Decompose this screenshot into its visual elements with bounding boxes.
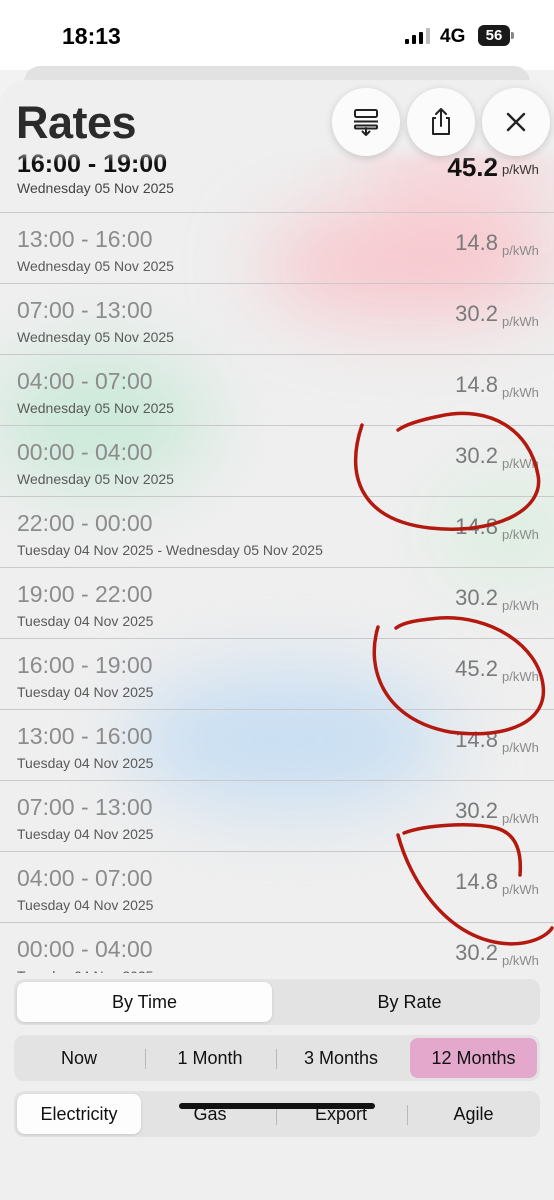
rate-date: Tuesday 04 Nov 2025 <box>17 613 154 629</box>
rate-unit: p/kWh <box>502 882 539 897</box>
time-range: 19:00 - 22:00 <box>17 581 153 607</box>
rate-row[interactable]: 07:00 - 13:00 Tuesday 04 Nov 2025 30.2 p/kW… <box>0 781 554 852</box>
rate-unit: p/kWh <box>502 456 539 471</box>
fuel-agile-button[interactable]: Agile <box>410 1094 537 1134</box>
rate-row[interactable]: 22:00 - 00:00 Tuesday 04 Nov 2025 - Wedne… <box>0 497 554 568</box>
rate-value: 30.2 <box>455 301 498 326</box>
period-segmented-control: Now 1 Month 3 Months 12 Months <box>14 1035 540 1081</box>
close-icon <box>506 112 526 132</box>
rate-date: Wednesday 05 Nov 2025 <box>17 258 174 274</box>
rate-row[interactable]: 00:00 - 04:00 Wednesday 05 Nov 2025 30.2 p/… <box>0 426 554 497</box>
time-range: 13:00 - 16:00 <box>17 723 153 749</box>
rate-date: Tuesday 04 Nov 2025 - Wednesday 05 Nov 2… <box>17 542 323 558</box>
collapse-rows-icon <box>354 109 378 136</box>
rate-value: 14.8 <box>455 230 498 255</box>
battery-icon: 56 <box>478 25 514 46</box>
segment-divider <box>276 1049 277 1069</box>
rate-date: Wednesday 05 Nov 2025 <box>17 329 174 345</box>
period-1-month-button[interactable]: 1 Month <box>148 1038 272 1078</box>
rate-value: 30.2 <box>455 940 498 965</box>
time-range: 07:00 - 13:00 <box>17 794 153 820</box>
close-button[interactable] <box>482 88 550 156</box>
period-now-button[interactable]: Now <box>17 1038 141 1078</box>
time-range: 07:00 - 13:00 <box>17 297 153 323</box>
home-indicator[interactable] <box>179 1103 375 1109</box>
rate-unit: p/kWh <box>502 811 539 826</box>
rate-date: Tuesday 04 Nov 2025 <box>17 755 154 771</box>
rate-row[interactable]: 04:00 - 07:00 Wednesday 05 Nov 2025 14.8 p/… <box>0 355 554 426</box>
time-range: 00:00 - 04:00 <box>17 439 153 465</box>
fuel-gas-button[interactable]: Gas <box>148 1094 272 1134</box>
cellular-signal-icon <box>405 28 430 44</box>
rate-unit: p/kWh <box>502 162 539 177</box>
rate-row[interactable]: 16:00 - 19:00 Tuesday 04 Nov 2025 45.2 p/kW… <box>0 639 554 710</box>
rate-row[interactable]: 07:00 - 13:00 Wednesday 05 Nov 2025 30.2 p/… <box>0 284 554 355</box>
rate-value: 45.2 <box>455 656 498 681</box>
segment-divider <box>407 1105 408 1125</box>
rate-value: 30.2 <box>455 585 498 610</box>
time-range: 00:00 - 04:00 <box>17 936 153 962</box>
rate-unit: p/kWh <box>502 243 539 258</box>
rate-value: 14.8 <box>455 514 498 539</box>
battery-level: 56 <box>478 25 510 46</box>
battery-tip <box>511 32 514 39</box>
rate-row[interactable]: 19:00 - 22:00 Tuesday 04 Nov 2025 30.2 p/kW… <box>0 568 554 639</box>
status-bar: 18:13 4G 56 <box>0 0 554 70</box>
sort-by-time-button[interactable]: By Time <box>17 982 272 1022</box>
fuel-export-button[interactable]: Export <box>279 1094 403 1134</box>
rate-row[interactable]: 04:00 - 07:00 Tuesday 04 Nov 2025 14.8 p/kW… <box>0 852 554 923</box>
period-12-months-button[interactable]: 12 Months <box>410 1038 537 1078</box>
rate-value: 30.2 <box>455 798 498 823</box>
rate-date: Tuesday 04 Nov 2025 <box>17 897 154 913</box>
rate-date: Wednesday 05 Nov 2025 <box>17 180 174 196</box>
rate-unit: p/kWh <box>502 740 539 755</box>
page-title: Rates <box>16 97 137 148</box>
time-range: 13:00 - 16:00 <box>17 226 153 252</box>
rate-unit: p/kWh <box>502 527 539 542</box>
status-time: 18:13 <box>62 23 121 49</box>
segment-divider <box>145 1049 146 1069</box>
sort-by-rate-button[interactable]: By Rate <box>282 982 537 1022</box>
share-icon <box>432 108 450 135</box>
rate-date: Tuesday 04 Nov 2025 <box>17 826 154 842</box>
rate-date: Tuesday 04 Nov 2025 <box>17 684 154 700</box>
rate-row[interactable]: 00:00 - 04:00Tuesday 04 Nov 202530.2p/kW… <box>0 923 554 980</box>
rate-list[interactable]: 16:00 - 19:00 Wednesday 05 Nov 2025 45.2 p/… <box>0 80 554 980</box>
time-range: 22:00 - 00:00 <box>17 510 153 536</box>
fuel-segmented-control: Electricity Gas Export Agile <box>14 1091 540 1137</box>
rate-date: Wednesday 05 Nov 2025 <box>17 471 174 487</box>
time-range: 16:00 - 19:00 <box>17 652 153 678</box>
network-type: 4G <box>440 26 466 47</box>
rate-unit: p/kWh <box>502 953 539 968</box>
filter-controls: By Time By Rate Now 1 Month 3 Months 12 … <box>0 973 554 1200</box>
rate-value: 14.8 <box>455 727 498 752</box>
rate-date: Wednesday 05 Nov 2025 <box>17 400 174 416</box>
rate-value: 30.2 <box>455 443 498 468</box>
fuel-electricity-button[interactable]: Electricity <box>17 1094 141 1134</box>
share-button[interactable] <box>407 88 475 156</box>
rate-unit: p/kWh <box>502 385 539 400</box>
rate-row[interactable]: 13:00 - 16:00 Tuesday 04 Nov 2025 14.8 p/kW… <box>0 710 554 781</box>
sort-segmented-control: By Time By Rate <box>14 979 540 1025</box>
collapse-rows-button[interactable] <box>332 88 400 156</box>
rate-value: 14.8 <box>455 372 498 397</box>
period-3-months-button[interactable]: 3 Months <box>279 1038 403 1078</box>
time-range: 04:00 - 07:00 <box>17 865 153 891</box>
rate-unit: p/kWh <box>502 669 539 684</box>
rate-row[interactable]: 13:00 - 16:00 Wednesday 05 Nov 2025 14.8 p/… <box>0 213 554 284</box>
rates-sheet: 16:00 - 19:00 Wednesday 05 Nov 2025 45.2 p/… <box>0 80 554 1200</box>
time-range: 04:00 - 07:00 <box>17 368 153 394</box>
rate-unit: p/kWh <box>502 598 539 613</box>
rate-unit: p/kWh <box>502 314 539 329</box>
rate-value: 14.8 <box>455 869 498 894</box>
